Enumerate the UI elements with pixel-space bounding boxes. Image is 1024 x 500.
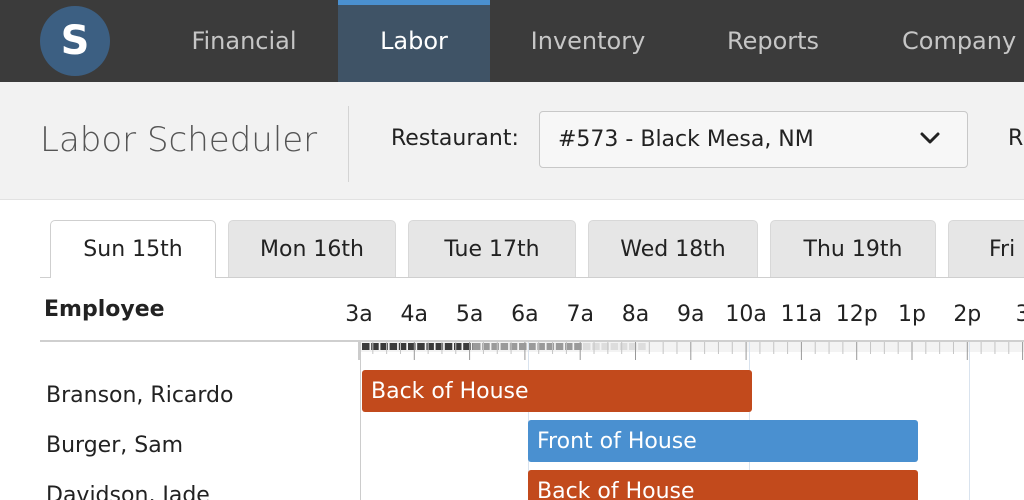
shift-label: Back of House	[371, 378, 529, 404]
shift-label: Front of House	[537, 428, 697, 454]
employee-column-header: Employee	[44, 297, 165, 322]
shift-label: Back of House	[537, 478, 695, 500]
tab-sun[interactable]: Sun 15th	[50, 220, 216, 278]
employee-name[interactable]: Burger, Sam	[46, 433, 183, 458]
hour-label: 10a	[725, 302, 767, 327]
nav-inventory[interactable]: Inventory	[490, 0, 686, 82]
grid-line-2p	[969, 342, 970, 500]
nav-reports-label: Reports	[726, 27, 820, 55]
grid-line-start	[360, 342, 361, 500]
page-header: Labor Scheduler Restaurant: #573 - Black…	[0, 82, 1024, 200]
restaurant-select-value: #573 - Black Mesa, NM	[558, 127, 814, 152]
hour-label: 11a	[780, 302, 823, 327]
restaurant-label: Restaurant:	[391, 126, 519, 151]
hour-label: 1p	[898, 302, 926, 327]
nav-labor[interactable]: Labor	[338, 0, 490, 82]
hour-label: 6a	[511, 302, 539, 327]
logo-letter: S	[60, 18, 90, 64]
shift-block-front-of-house[interactable]: Front of House	[528, 420, 918, 462]
top-nav: S Financial Labor Inventory Reports Comp…	[0, 0, 1024, 82]
nav-company[interactable]: Company	[860, 0, 1024, 82]
nav-labor-label: Labor	[380, 27, 448, 55]
hour-label: 5a	[455, 302, 484, 327]
hour-label: 12p	[835, 302, 878, 327]
app-logo[interactable]: S	[40, 6, 110, 76]
hour-label: 9a	[677, 302, 705, 327]
header-divider	[348, 106, 349, 182]
timeline-ticks	[358, 342, 1024, 360]
tab-mon[interactable]: Mon 16th	[228, 220, 396, 277]
hour-label: 3a	[345, 302, 373, 327]
nav-financial[interactable]: Financial	[150, 0, 338, 82]
hour-label: 8a	[621, 302, 650, 327]
hour-label: 3	[1015, 302, 1024, 327]
employee-name[interactable]: Davidson, Jade	[46, 483, 210, 500]
nav-company-label: Company	[902, 27, 1017, 55]
hour-label: 7a	[566, 302, 594, 327]
hour-label: 4a	[400, 302, 429, 327]
hour-label: 2p	[953, 302, 982, 327]
tab-thu-label: Thu 19th	[803, 236, 903, 262]
nav-reports[interactable]: Reports	[686, 0, 860, 82]
nav-inventory-label: Inventory	[530, 27, 646, 55]
nav-financial-label: Financial	[191, 27, 297, 55]
tab-wed[interactable]: Wed 18th	[588, 220, 758, 277]
employee-name[interactable]: Branson, Ricardo	[46, 383, 233, 408]
shift-block-back-of-house[interactable]: Back of House	[528, 470, 918, 500]
tab-fri-label: Fri	[989, 236, 1016, 262]
tab-sun-label: Sun 15th	[83, 237, 183, 262]
tab-tue-label: Tue 17th	[444, 236, 540, 262]
tab-tue[interactable]: Tue 17th	[408, 220, 576, 277]
next-filter-label: R	[1008, 126, 1024, 151]
tab-fri[interactable]: Fri	[948, 220, 1024, 277]
page-title: Labor Scheduler	[40, 120, 318, 160]
tab-thu[interactable]: Thu 19th	[770, 220, 936, 277]
shift-block-back-of-house[interactable]: Back of House	[362, 370, 752, 412]
tab-wed-label: Wed 18th	[620, 236, 726, 262]
chevron-down-icon	[920, 132, 940, 144]
restaurant-select[interactable]: #573 - Black Mesa, NM	[539, 111, 968, 168]
tab-mon-label: Mon 16th	[260, 236, 364, 262]
